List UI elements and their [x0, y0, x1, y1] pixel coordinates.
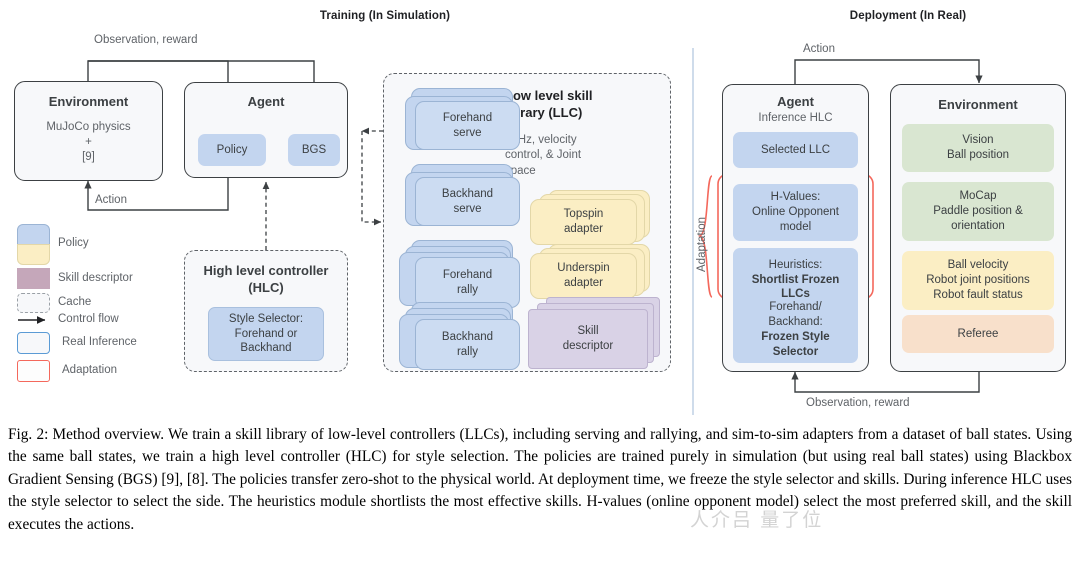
deployment-agent-block-3-text: Forehand/ Backhand: — [768, 301, 823, 329]
llc-skill-label-0: Forehand serve — [415, 101, 520, 150]
llc-adapter-label-0: Topspin adapter — [530, 199, 637, 245]
deployment-agent-block-2-text: Heuristics: — [768, 258, 823, 271]
training-environment-box: Environment MuJoCo physics + [9] — [14, 81, 163, 181]
legend-swatch-policy-yellow — [17, 244, 50, 265]
deployment-environment-block-0: Vision Ball position — [902, 124, 1054, 172]
legend-label-control-flow: Control flow — [58, 313, 119, 325]
legend-swatch-cache — [17, 293, 50, 313]
deployment-environment-block-2: Ball velocity Robot joint positions Robo… — [902, 251, 1054, 310]
legend-label-adaptation: Adaptation — [62, 364, 117, 376]
deployment-agent-block-1: H-Values: Online Opponent model — [733, 184, 858, 241]
llc-skill-label-2: Forehand rally — [415, 257, 520, 308]
section-title-training: Training (In Simulation) — [319, 10, 451, 22]
llc-title: Low level skill library (LLC) — [505, 88, 593, 121]
deployment-environment-title: Environment — [938, 97, 1018, 112]
llc-skill-label-1: Backhand serve — [415, 177, 520, 226]
llc-skill-descriptor-label: Skill descriptor — [528, 309, 648, 369]
figure-canvas: Training (In Simulation) Deployment (In … — [0, 0, 1080, 420]
edge-label-action-training: Action — [95, 194, 127, 206]
deployment-agent-block-3: Forehand/ Backhand: Frozen Style Selecto… — [733, 297, 858, 363]
llc-subtitle: 50Hz, velocity control, & Joint space — [505, 134, 582, 177]
llc-adapter-label-1: Underspin adapter — [530, 253, 637, 299]
training-style-selector-chip: Style Selector: Forehand or Backhand — [208, 307, 324, 361]
legend-label-skill-descriptor: Skill descriptor — [58, 272, 133, 284]
deployment-agent-title: Agent — [777, 94, 814, 109]
llc-skill-descriptor-stack: Skill descriptor — [528, 297, 663, 375]
figure-caption: Fig. 2: Method overview. We train a skil… — [8, 426, 1072, 533]
section-title-deployment: Deployment (In Real) — [849, 10, 967, 22]
legend-swatch-policy-blue — [17, 224, 50, 245]
adaptation-bracket-label: Adaptation — [696, 217, 708, 272]
deployment-agent-subtitle: Inference HLC — [758, 112, 833, 124]
llc-skill-stack-1: Backhand serve — [405, 164, 520, 232]
legend-arrow-icon — [18, 316, 46, 324]
deployment-environment-block-3: Referee — [902, 315, 1054, 353]
deployment-agent-block-1-text: H-Values: Online Opponent model — [752, 191, 839, 233]
legend-swatch-real-inference — [17, 332, 50, 354]
deployment-agent-block-3-bold: Frozen Style Selector — [761, 331, 830, 358]
training-environment-title: Environment — [48, 94, 129, 109]
llc-adapter-stack-0: Topspin adapter — [530, 190, 655, 252]
legend-label-policy: Policy — [58, 237, 89, 249]
training-policy-chip: Policy — [198, 134, 266, 166]
training-hlc-title: High level controller (HLC) — [203, 263, 329, 295]
edge-label-observation-reward-training: Observation, reward — [94, 34, 198, 46]
training-agent-title: Agent — [247, 94, 285, 109]
deployment-environment-block-1: MoCap Paddle position & orientation — [902, 182, 1054, 241]
edge-label-observation-reward-deployment: Observation, reward — [806, 397, 910, 409]
legend-swatch-adaptation — [17, 360, 50, 382]
llc-skill-stack-0: Forehand serve — [405, 88, 520, 156]
deployment-agent-block-0: Selected LLC — [733, 132, 858, 168]
llc-skill-stack-3: Backhand rally — [399, 302, 521, 374]
legend-swatch-skill-descriptor — [17, 268, 50, 289]
training-environment-lines: MuJoCo physics + [9] — [46, 121, 131, 164]
legend-label-real-inference: Real Inference — [62, 336, 137, 348]
llc-skill-label-3: Backhand rally — [415, 319, 520, 370]
section-divider — [692, 48, 694, 415]
legend-label-cache: Cache — [58, 296, 92, 308]
edge-label-action-deployment: Action — [803, 43, 835, 55]
training-bgs-chip: BGS — [288, 134, 340, 166]
